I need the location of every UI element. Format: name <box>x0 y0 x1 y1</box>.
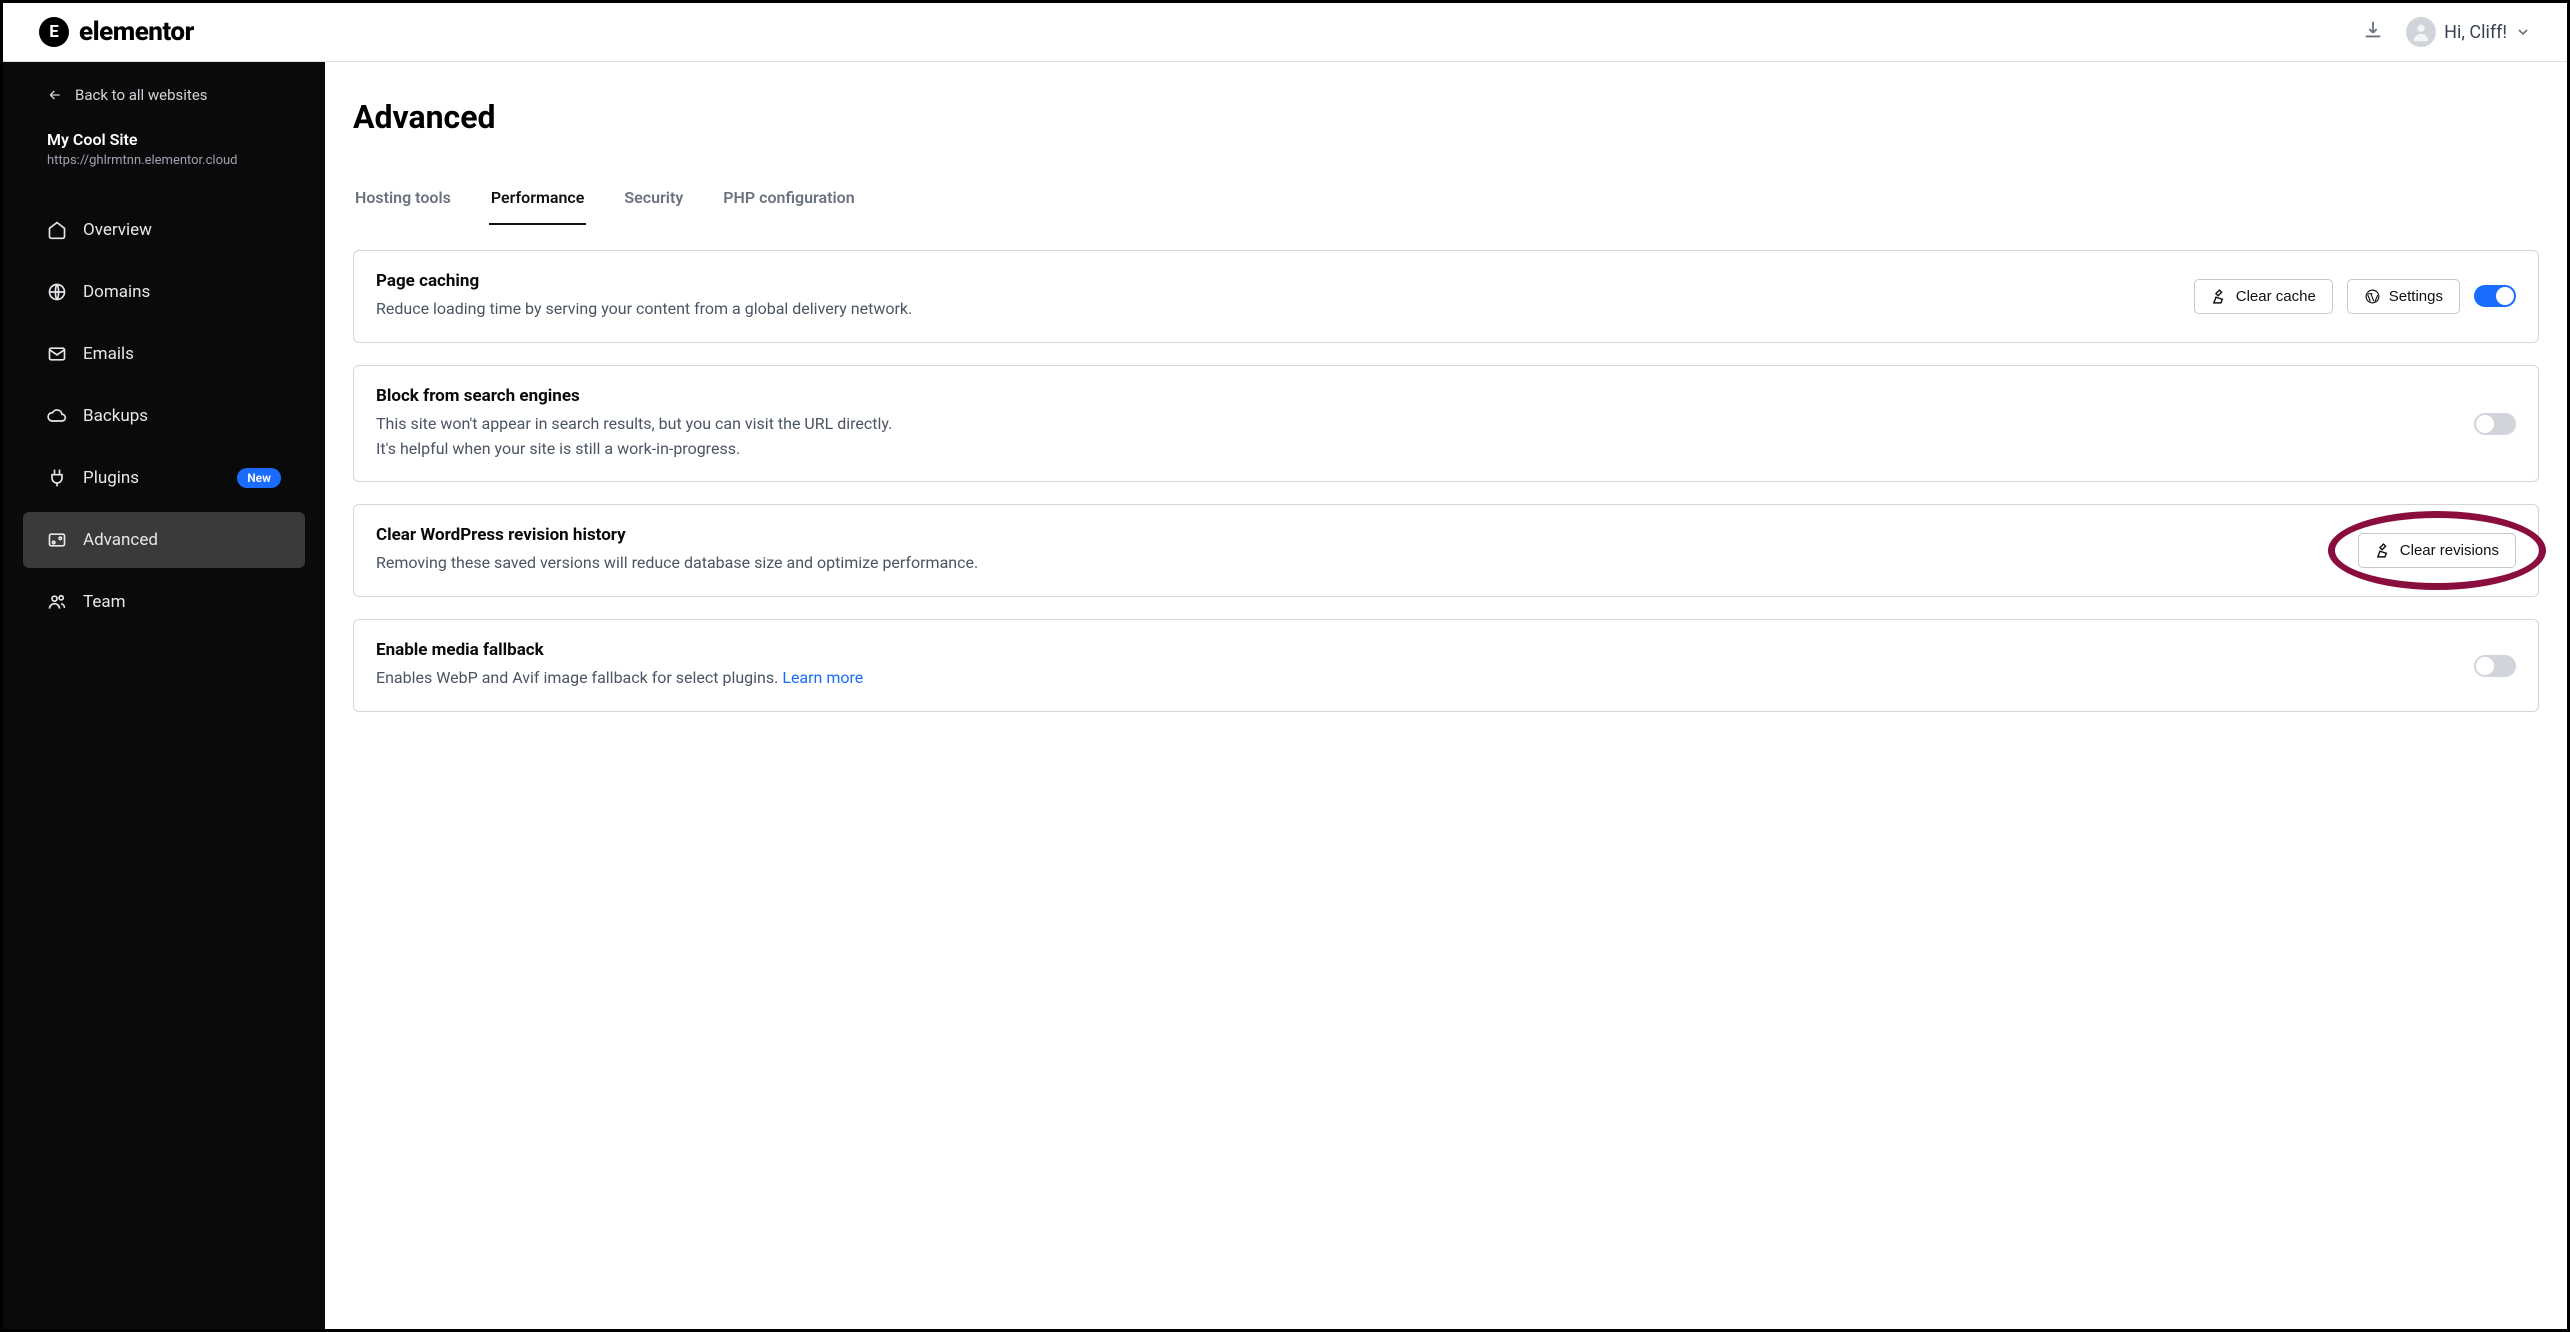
tab-php-configuration[interactable]: PHP configuration <box>721 178 856 225</box>
button-label: Clear revisions <box>2400 542 2499 559</box>
sidebar-item-team[interactable]: Team <box>23 574 305 630</box>
plug-icon <box>47 468 67 488</box>
sidebar-item-domains[interactable]: Domains <box>23 264 305 320</box>
sidebar: Back to all websites My Cool Site https:… <box>3 62 325 1329</box>
card-description: Removing these saved versions will reduc… <box>376 551 2338 576</box>
page-title: Advanced <box>353 98 2539 136</box>
site-info: My Cool Site https://ghlrmtnn.elementor.… <box>3 130 325 188</box>
sidebar-item-emails[interactable]: Emails <box>23 326 305 382</box>
main-content: Advanced Hosting tools Performance Secur… <box>325 62 2567 1329</box>
card-page-caching: Page caching Reduce loading time by serv… <box>353 250 2539 343</box>
sliders-icon <box>47 530 67 550</box>
avatar-icon <box>2406 17 2436 47</box>
broom-icon <box>2375 542 2392 559</box>
arrow-left-icon <box>47 87 63 103</box>
sidebar-item-label: Advanced <box>83 530 158 550</box>
sidebar-item-label: Overview <box>83 220 152 240</box>
chevron-down-icon <box>2515 24 2531 40</box>
tab-hosting-tools[interactable]: Hosting tools <box>353 178 453 225</box>
card-title: Clear WordPress revision history <box>376 525 2338 545</box>
broom-icon <box>2211 288 2228 305</box>
greeting-text: Hi, Cliff! <box>2444 22 2507 43</box>
brand-mark-icon: E <box>39 17 69 47</box>
site-url: https://ghlrmtnn.elementor.cloud <box>47 153 281 168</box>
topbar: E elementor Hi, Cliff! <box>3 3 2567 62</box>
users-icon <box>47 592 67 612</box>
media-fallback-toggle[interactable] <box>2474 655 2516 677</box>
sidebar-item-overview[interactable]: Overview <box>23 202 305 258</box>
sidebar-item-plugins[interactable]: Plugins New <box>23 450 305 506</box>
user-menu[interactable]: Hi, Cliff! <box>2406 17 2531 47</box>
sidebar-item-label: Backups <box>83 406 148 426</box>
settings-button[interactable]: Settings <box>2347 279 2460 314</box>
learn-more-link[interactable]: Learn more <box>782 668 863 687</box>
tabs: Hosting tools Performance Security PHP c… <box>353 178 2539 226</box>
back-label: Back to all websites <box>75 86 208 104</box>
sidebar-item-label: Domains <box>83 282 150 302</box>
card-block-search-engines: Block from search engines This site won'… <box>353 365 2539 483</box>
card-description: Reduce loading time by serving your cont… <box>376 297 2174 322</box>
wordpress-icon <box>2364 288 2381 305</box>
home-icon <box>47 220 67 240</box>
sidebar-item-label: Team <box>83 592 126 612</box>
cloud-icon <box>47 406 67 426</box>
card-media-fallback: Enable media fallback Enables WebP and A… <box>353 619 2539 712</box>
new-badge: New <box>237 468 281 488</box>
card-title: Page caching <box>376 271 2174 291</box>
clear-revisions-button[interactable]: Clear revisions <box>2358 533 2516 568</box>
sidebar-item-backups[interactable]: Backups <box>23 388 305 444</box>
button-label: Clear cache <box>2236 288 2316 305</box>
card-title: Block from search engines <box>376 386 2454 406</box>
mail-icon <box>47 344 67 364</box>
site-name: My Cool Site <box>47 130 281 149</box>
brand-name: elementor <box>79 17 194 47</box>
globe-icon <box>47 282 67 302</box>
page-caching-toggle[interactable] <box>2474 285 2516 307</box>
block-search-toggle[interactable] <box>2474 413 2516 435</box>
tab-performance[interactable]: Performance <box>489 178 587 225</box>
sidebar-item-label: Emails <box>83 344 134 364</box>
sidebar-item-advanced[interactable]: Advanced <box>23 512 305 568</box>
card-description: This site won't appear in search results… <box>376 412 2454 462</box>
clear-cache-button[interactable]: Clear cache <box>2194 279 2333 314</box>
card-description: Enables WebP and Avif image fallback for… <box>376 666 2454 691</box>
download-icon[interactable] <box>2362 19 2384 45</box>
card-title: Enable media fallback <box>376 640 2454 660</box>
card-clear-revisions: Clear WordPress revision history Removin… <box>353 504 2539 597</box>
button-label: Settings <box>2389 288 2443 305</box>
sidebar-item-label: Plugins <box>83 468 139 488</box>
brand-logo[interactable]: E elementor <box>39 17 194 47</box>
tab-security[interactable]: Security <box>622 178 685 225</box>
back-to-websites-link[interactable]: Back to all websites <box>3 86 325 130</box>
